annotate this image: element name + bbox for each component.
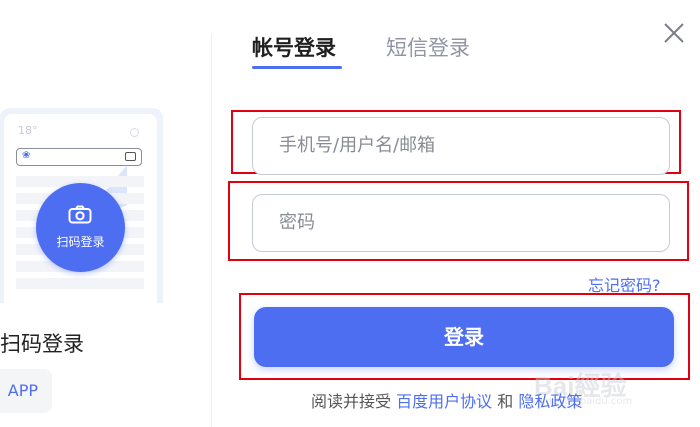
qr-login-title: 扫码登录 [0, 332, 84, 356]
download-app-button[interactable]: APP [0, 369, 52, 413]
tab-sms-login[interactable]: 短信登录 [386, 32, 470, 62]
paw-icon: ❀ [22, 150, 31, 161]
forgot-password-link[interactable]: 忘记密码? [588, 272, 661, 296]
privacy-policy-link[interactable]: 隐私政策 [518, 392, 582, 411]
agreement-prefix: 阅读并接受 [311, 392, 392, 411]
active-tab-indicator [252, 66, 342, 69]
scan-label: 扫码登录 [56, 235, 105, 249]
phone-settings-icon [130, 128, 139, 137]
agreement-and: 和 [497, 392, 514, 411]
user-agreement-link[interactable]: 百度用户协议 [396, 392, 492, 411]
camera-icon [68, 205, 92, 224]
username-input[interactable]: 手机号/用户名/邮箱 [252, 117, 670, 175]
qr-login-panel: 18° ❀ 扫码登录 扫码登录 APP [0, 0, 212, 427]
phone-row [16, 278, 144, 289]
phone-search-bar: ❀ [16, 148, 142, 166]
phone-time: 18° [18, 124, 38, 137]
panel-divider [211, 34, 212, 427]
password-input[interactable]: 密码 [252, 194, 670, 252]
camera-icon [125, 152, 136, 161]
scan-badge: 扫码登录 [36, 183, 125, 272]
agreement-line: 阅读并接受 百度用户协议 和 隐私政策 [311, 388, 582, 412]
close-icon[interactable] [663, 22, 685, 44]
tab-account-login[interactable]: 帐号登录 [252, 32, 336, 62]
